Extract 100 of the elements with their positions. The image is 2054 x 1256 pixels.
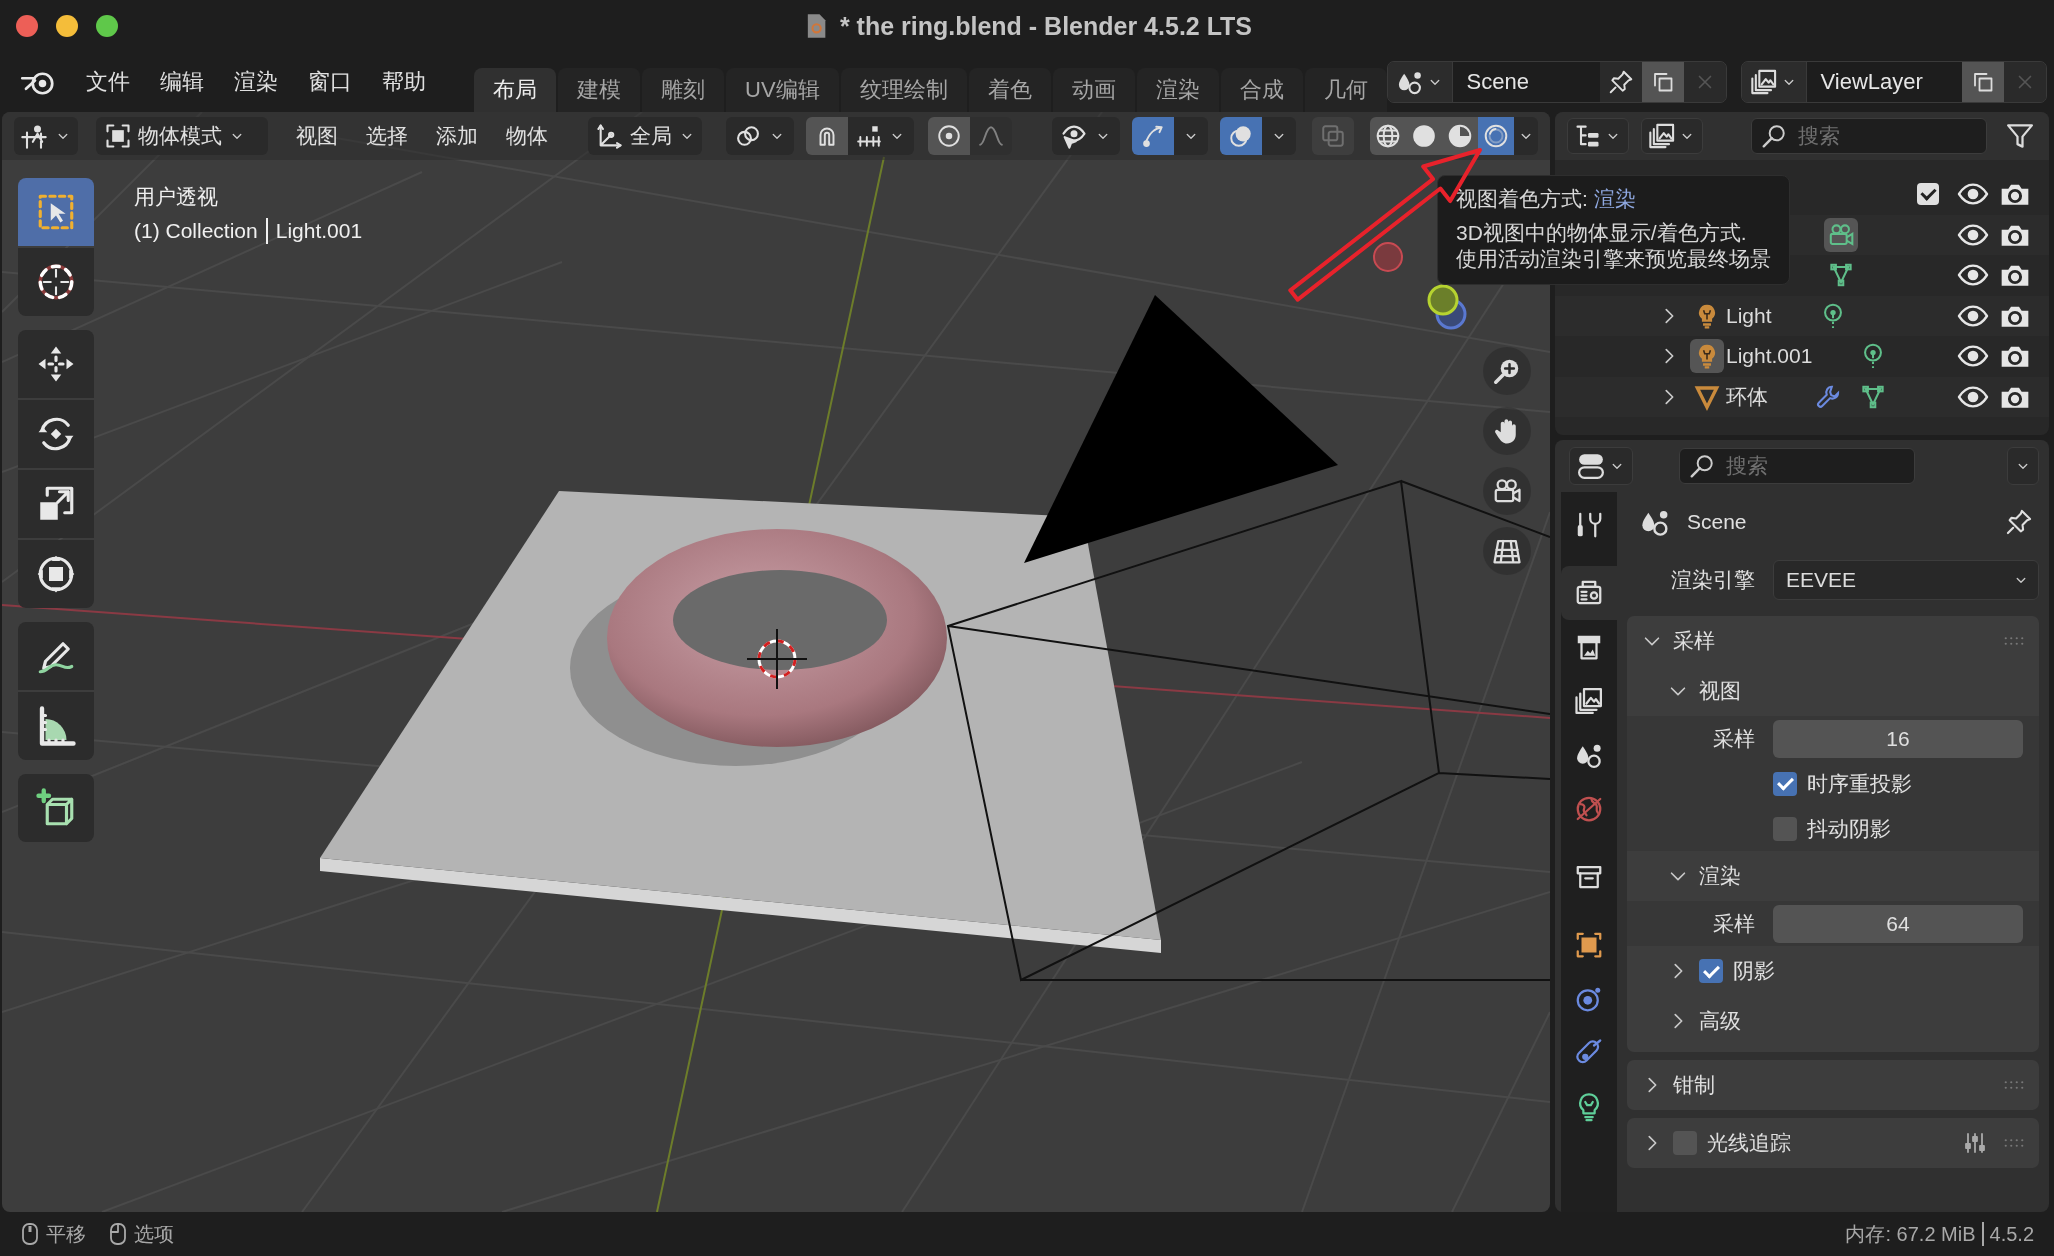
zoom-button[interactable] (1483, 347, 1531, 395)
annotate-tool-button[interactable] (18, 622, 94, 690)
pan-button[interactable] (1483, 407, 1531, 455)
transform-tool-button[interactable] (18, 540, 94, 608)
object-name[interactable]: Light (1726, 303, 1772, 328)
perspective-toggle-button[interactable] (1483, 527, 1531, 575)
minimize-window-button[interactable] (56, 15, 78, 37)
visibility-dropdown[interactable] (1052, 117, 1120, 155)
workspace-tab[interactable]: UV编辑 (726, 68, 839, 112)
axis-handle[interactable] (1373, 242, 1403, 272)
select-box-tool-button[interactable] (18, 178, 94, 246)
menu-item[interactable]: 编辑 (160, 67, 204, 97)
arrow-curve-icon (1140, 123, 1166, 149)
workspace-tab[interactable]: 渲染 (1136, 68, 1219, 112)
workspace-tab[interactable]: 建模 (558, 68, 640, 112)
overlay-toggle[interactable] (1220, 117, 1262, 155)
number-field[interactable]: 16 (1773, 719, 2023, 758)
window-title: * the ring.blend - Blender 4.5.2 LTS (839, 11, 1253, 41)
close-window-button[interactable] (16, 15, 38, 37)
menu-item[interactable]: 帮助 (382, 67, 426, 97)
shading-mode-button[interactable] (1370, 117, 1406, 155)
workspace-tab[interactable]: 着色 (968, 68, 1051, 112)
workspace-tab[interactable]: 几何 (1304, 68, 1387, 112)
checkbox[interactable] (1773, 816, 1797, 841)
new-view-layer-button[interactable] (1961, 62, 2004, 102)
ruler-ticks-icon (856, 123, 882, 149)
object-name[interactable]: 环体 (1726, 382, 1768, 411)
field-label: 采样 (1712, 910, 1756, 937)
sliders-icon[interactable] (1963, 1131, 1987, 1155)
object-name[interactable]: Light.001 (1726, 344, 1813, 369)
search-field[interactable]: 搜索 (1751, 118, 1987, 154)
menu-item[interactable]: 文件 (86, 67, 130, 97)
editor-type-dropdown[interactable] (1569, 447, 1633, 485)
bulb-icon[interactable] (1690, 339, 1724, 374)
scale-tool-button[interactable] (18, 470, 94, 538)
menu-item[interactable]: 视图 (296, 122, 338, 150)
shading-mode-button[interactable] (1478, 117, 1514, 155)
cursor-tool-button[interactable] (18, 248, 94, 316)
context-label: Scene (1687, 510, 1747, 534)
menu-item[interactable]: 选择 (366, 122, 408, 150)
move-tool-button[interactable] (18, 330, 94, 398)
proportional-editing-toggle[interactable] (928, 117, 970, 155)
workspace-tab[interactable]: 布局 (474, 68, 556, 112)
pin-icon[interactable] (1607, 69, 1634, 95)
search-field[interactable]: 搜索 (1679, 448, 1915, 484)
workspace-tab[interactable]: 动画 (1052, 68, 1135, 112)
display-mode-dropdown[interactable] (1567, 118, 1629, 154)
mode-dropdown[interactable]: 物体模式 (96, 117, 268, 155)
add-cube-tool-button[interactable] (18, 774, 94, 842)
editor-type-dropdown[interactable] (14, 117, 78, 155)
panel-title[interactable]: 光线追踪 (1707, 1129, 1791, 1157)
tooltip-title: 视图着色方式: (1456, 186, 1588, 212)
panel-title[interactable]: 高级 (1699, 1007, 1741, 1035)
version-label: 4.5.2 (1989, 1222, 2034, 1246)
workspace-tab[interactable]: 合成 (1220, 68, 1303, 112)
number-field[interactable]: 64 (1773, 904, 2023, 943)
workspace-tab[interactable]: 雕刻 (642, 68, 724, 112)
hint-label: 平移 (46, 1221, 86, 1247)
panel-title[interactable]: 视图 (1699, 677, 1741, 705)
option-label[interactable]: 时序重投影 (1807, 769, 1912, 798)
shading-mode-button[interactable] (1442, 117, 1478, 155)
new-scene-button[interactable] (1641, 62, 1684, 102)
measure-tool-button[interactable] (18, 692, 94, 760)
render-engine-dropdown[interactable]: EEVEE (1773, 560, 2039, 600)
movie-camera-icon[interactable] (1824, 217, 1858, 252)
rotate-tool-button[interactable] (18, 400, 94, 468)
3d-cursor-icon (746, 628, 808, 690)
view-layer-name-field[interactable]: ViewLayer (1806, 62, 1962, 102)
field-label: 采样 (1712, 725, 1756, 752)
scene-name-field[interactable]: Scene (1452, 62, 1600, 102)
menu-item[interactable]: 渲染 (234, 67, 278, 97)
shaded-sphere-icon (1447, 123, 1473, 149)
menu-item[interactable]: 添加 (436, 122, 478, 150)
active-object-label: Light.001 (275, 218, 363, 244)
transform-icon (35, 553, 77, 595)
panel-title[interactable]: 阴影 (1733, 957, 1775, 985)
wireframe-sphere-icon (1375, 123, 1401, 149)
layers-dropdown[interactable] (1641, 118, 1703, 154)
panel-title[interactable]: 渲染 (1699, 862, 1741, 890)
pivot-dropdown[interactable] (726, 117, 794, 155)
axes-icon (596, 122, 624, 150)
pin-icon[interactable] (2005, 508, 2033, 536)
panel-title[interactable]: 采样 (1673, 627, 1715, 655)
snap-toggle[interactable] (806, 117, 848, 155)
zoom-window-button[interactable] (96, 15, 118, 37)
gizmo-toggle[interactable] (1132, 117, 1174, 155)
checkbox[interactable] (1917, 183, 1939, 206)
axis-handle[interactable] (1427, 284, 1459, 316)
option-label[interactable]: 抖动阴影 (1807, 814, 1891, 843)
checkbox[interactable] (1699, 959, 1723, 983)
menu-item[interactable]: 物体 (506, 122, 548, 150)
camera-view-button[interactable] (1483, 467, 1531, 515)
workspace-tab[interactable]: 纹理绘制 (840, 68, 967, 112)
orientation-dropdown[interactable]: 全局 (588, 117, 702, 155)
falloff-dropdown[interactable] (970, 117, 1012, 155)
panel-title[interactable]: 钳制 (1673, 1071, 1715, 1099)
hint-label: 选项 (134, 1221, 174, 1247)
snap-target-dropdown[interactable] (848, 117, 914, 155)
checkbox[interactable] (1773, 771, 1797, 796)
menu-item[interactable]: 窗口 (308, 67, 352, 97)
